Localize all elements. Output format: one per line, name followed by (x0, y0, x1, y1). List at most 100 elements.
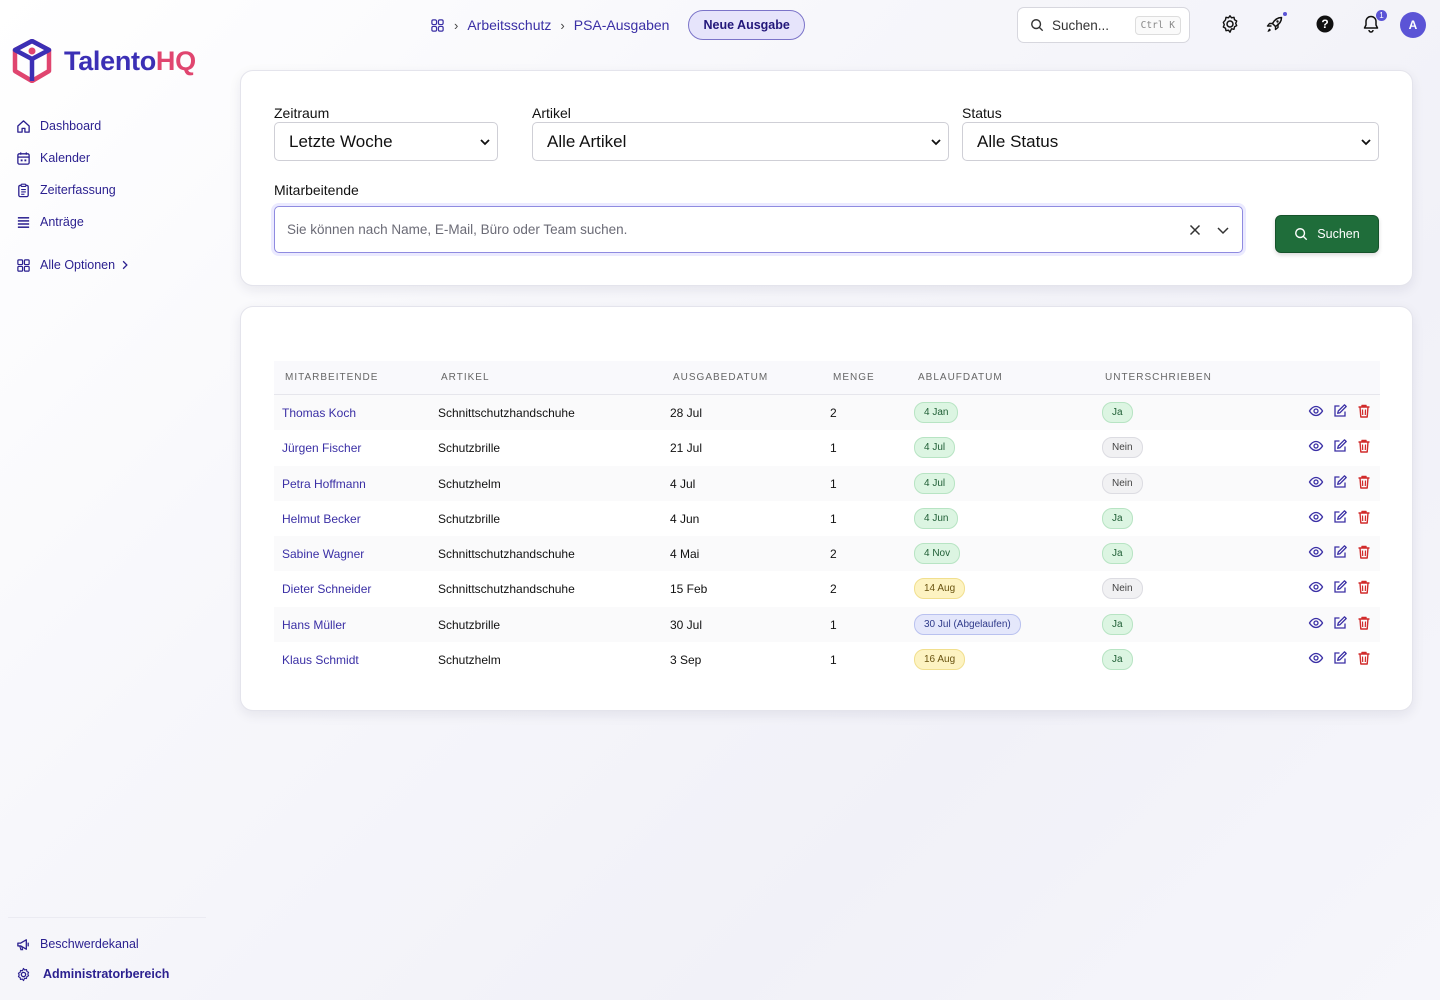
eye-icon[interactable] (1308, 579, 1324, 595)
chevron-right-icon: › (560, 17, 565, 33)
period-select[interactable]: Letzte Woche (274, 122, 498, 161)
eye-icon[interactable] (1308, 615, 1324, 631)
apps-grid-icon[interactable] (430, 18, 445, 33)
column-header-signed[interactable]: Unterschrieben (1105, 372, 1212, 383)
article-cell: Schutzbrille (438, 441, 501, 456)
avatar[interactable]: A (1400, 12, 1426, 38)
column-header-expiry-date[interactable]: Ablaufdatum (918, 372, 1003, 383)
signed-badge: Ja (1102, 613, 1133, 635)
edit-icon[interactable] (1332, 650, 1348, 666)
chevron-right-icon: › (454, 17, 459, 33)
chevron-down-icon[interactable] (1216, 223, 1230, 237)
employee-name-link[interactable]: Sabine Wagner (282, 547, 364, 561)
status-select[interactable]: Alle Status (962, 122, 1379, 161)
breadcrumb-ppe-issues[interactable]: PSA-Ausgaben (574, 17, 670, 33)
employee-name-link[interactable]: Klaus Schmidt (282, 653, 359, 667)
employee-name-link[interactable]: Helmut Becker (282, 512, 361, 526)
sidebar-item-requests[interactable]: Anträge (16, 206, 130, 238)
edit-icon[interactable] (1332, 615, 1348, 631)
eye-icon[interactable] (1308, 474, 1324, 490)
table-row: Thomas Koch Schnittschutzhandschuhe 28 J… (274, 395, 1380, 431)
employee-name-link[interactable]: Hans Müller (282, 618, 346, 632)
trash-icon[interactable] (1356, 509, 1372, 525)
global-search[interactable]: Suchen... Ctrl K (1017, 7, 1190, 43)
sidebar-item-complaints[interactable]: Beschwerdekanal (8, 929, 206, 959)
issue-date-cell: 3 Sep (670, 653, 702, 668)
column-header-article[interactable]: Artikel (441, 372, 490, 383)
sidebar-item-admin[interactable]: Administratorbereich (8, 959, 206, 989)
employees-placeholder: Sie können nach Name, E-Mail, Büro oder … (287, 222, 628, 237)
sidebar-item-dashboard[interactable]: Dashboard (16, 110, 130, 142)
sidebar-item-label: Zeiterfassung (40, 183, 116, 197)
issue-date-cell: 21 Jul (670, 441, 703, 456)
trash-icon[interactable] (1356, 438, 1372, 454)
article-select[interactable]: Alle Artikel (532, 122, 949, 161)
quantity-cell: 1 (830, 441, 837, 456)
quantity-cell: 1 (830, 617, 837, 632)
eye-icon[interactable] (1308, 403, 1324, 419)
sidebar-item-label: Alle Optionen (40, 258, 116, 272)
sidebar-item-time-tracking[interactable]: Zeiterfassung (16, 174, 130, 206)
logo[interactable]: TalentoHQ (12, 39, 196, 83)
expiry-badge: 14 Aug (914, 578, 966, 600)
trash-icon[interactable] (1356, 544, 1372, 560)
issue-date-cell: 28 Jul (670, 406, 703, 420)
employees-search-input[interactable]: Sie können nach Name, E-Mail, Büro oder … (274, 206, 1243, 253)
status-value: Alle Status (977, 131, 1059, 151)
sidebar-item-label: Dashboard (40, 119, 102, 133)
ppe-issues-table-card: Mitarbeitende Artikel Ausgabedatum Menge… (240, 306, 1413, 711)
search-button[interactable]: Suchen (1275, 215, 1379, 253)
signed-badge: Ja (1102, 507, 1133, 529)
edit-icon[interactable] (1332, 438, 1348, 454)
employee-name-link[interactable]: Jürgen Fischer (282, 441, 361, 455)
search-icon (1031, 19, 1044, 32)
employee-name-link[interactable]: Dieter Schneider (282, 582, 371, 596)
employee-name-link[interactable]: Thomas Koch (282, 406, 356, 420)
table-row: Klaus Schmidt Schutzhelm 3 Sep 1 16 Aug … (274, 642, 1380, 677)
issue-date-cell: 4 Jun (670, 511, 700, 526)
edit-icon[interactable] (1332, 509, 1348, 525)
sidebar-item-all-options[interactable]: Alle Optionen (16, 249, 130, 281)
trash-icon[interactable] (1356, 650, 1372, 666)
issue-date-cell: 4 Mai (670, 547, 700, 562)
new-issue-button[interactable]: Neue Ausgabe (688, 10, 805, 40)
quantity-cell: 1 (830, 511, 837, 526)
edit-icon[interactable] (1332, 474, 1348, 490)
clipboard-icon (18, 183, 29, 197)
column-header-quantity[interactable]: Menge (833, 372, 875, 383)
eye-icon[interactable] (1308, 544, 1324, 560)
signed-badge: Nein (1102, 578, 1143, 600)
expiry-badge: 4 Jul (914, 437, 956, 459)
breadcrumb-occupational-safety[interactable]: Arbeitsschutz (467, 17, 551, 33)
trash-icon[interactable] (1356, 615, 1372, 631)
expiry-badge: 4 Jul (914, 472, 956, 494)
column-header-issue-date[interactable]: Ausgabedatum (673, 372, 768, 383)
column-header-employees[interactable]: Mitarbeitende (285, 372, 378, 383)
sidebar-item-label: Beschwerdekanal (40, 937, 139, 951)
eye-icon[interactable] (1308, 650, 1324, 666)
shortcut-hint: Ctrl K (1134, 15, 1181, 35)
edit-icon[interactable] (1332, 403, 1348, 419)
eye-icon[interactable] (1308, 438, 1324, 454)
grid-icon (17, 258, 30, 272)
table-row: Jürgen Fischer Schutzbrille 21 Jul 1 4 J… (274, 430, 1380, 465)
edit-icon[interactable] (1332, 579, 1348, 595)
employee-name-link[interactable]: Petra Hoffmann (282, 477, 366, 491)
edit-icon[interactable] (1332, 544, 1348, 560)
trash-icon[interactable] (1356, 403, 1372, 419)
period-label: Zeitraum (274, 105, 330, 121)
update-dot (1283, 12, 1287, 16)
eye-icon[interactable] (1308, 509, 1324, 525)
clear-icon[interactable] (1188, 223, 1202, 237)
table-row: Dieter Schneider Schnittschutzhandschuhe… (274, 571, 1380, 606)
rocket-icon[interactable] (1265, 14, 1285, 34)
help-icon[interactable]: ? (1315, 14, 1335, 34)
trash-icon[interactable] (1356, 474, 1372, 490)
article-label: Artikel (532, 105, 571, 121)
calendar-icon (17, 151, 30, 165)
trash-icon[interactable] (1356, 579, 1372, 595)
settings-gear-icon[interactable] (1220, 14, 1240, 34)
sidebar-item-calendar[interactable]: Kalender (16, 142, 130, 174)
article-value: Alle Artikel (547, 131, 627, 151)
quantity-cell: 1 (830, 476, 837, 491)
